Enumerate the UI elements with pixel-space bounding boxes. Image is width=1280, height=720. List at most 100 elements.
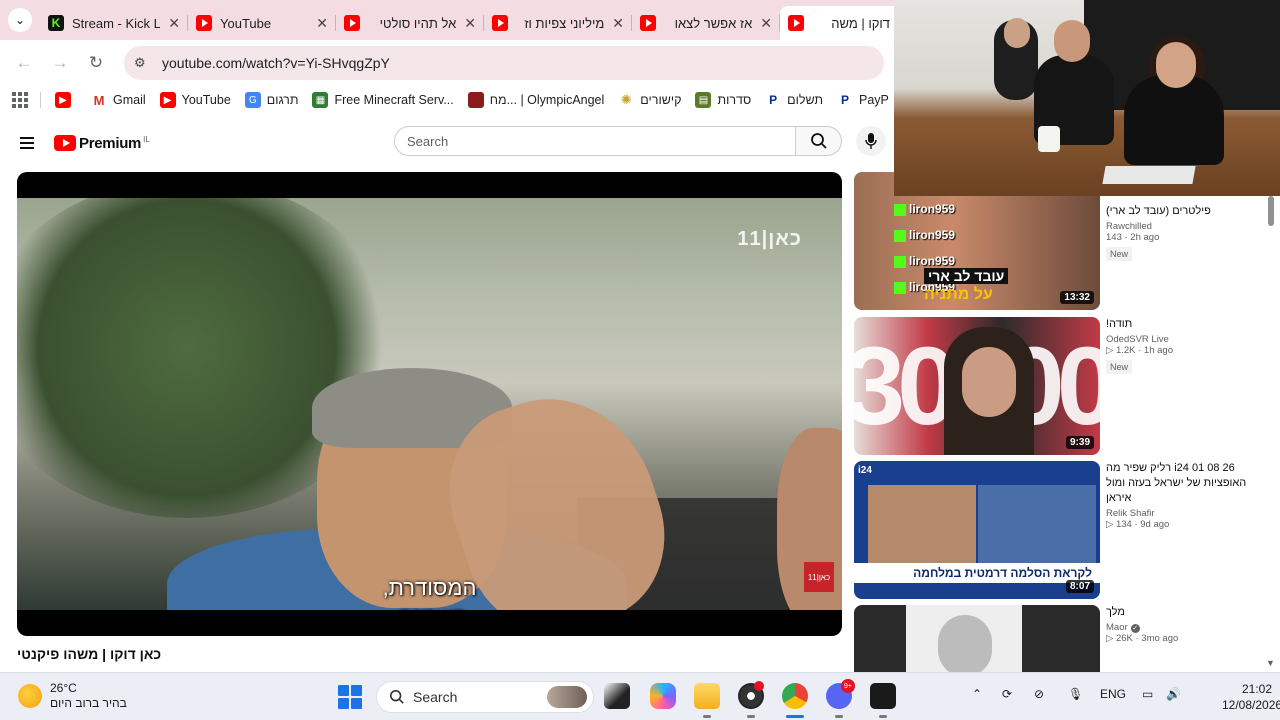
youtube-icon (492, 15, 508, 31)
paypal-icon: P (837, 92, 853, 108)
bookmark-youtube-short[interactable]: ▶ (55, 92, 77, 108)
channel-name[interactable]: OdedSVR Live (1106, 334, 1256, 345)
reload-button[interactable]: ↻ (78, 45, 114, 81)
new-badge: New (1106, 247, 1133, 261)
channel-name[interactable]: Rawchilled (1106, 221, 1256, 232)
bookmark-olympicangel[interactable]: מח... | OlympicAngel (467, 92, 604, 108)
thumbnail-left-panel (868, 485, 976, 563)
start-button[interactable] (338, 685, 362, 709)
video-duration: 9:39 (1065, 436, 1094, 449)
bookmark-paypal[interactable]: P PayP (837, 92, 889, 108)
chevron-down-icon: ⌄ (8, 8, 32, 32)
recommendation-item[interactable]: i24 לקראת הסלמה דרמטית במלחמה 8:07 i24 0… (854, 461, 1266, 599)
address-bar[interactable]: ⚙ youtube.com/watch?v=Yi-SHvqgZpY (124, 46, 884, 80)
thumbnail-face (938, 615, 992, 672)
bookmark-gmail[interactable]: M Gmail (91, 92, 146, 108)
site-settings-icon[interactable]: ⚙ (134, 55, 154, 71)
video-stats: 143 · 2h ago (1106, 232, 1160, 243)
discord-notification-badge: 9+ (841, 679, 855, 693)
bookmark-youtube[interactable]: ▶ YouTube (159, 92, 231, 108)
recommendations-sidebar: liron959 liron959 liron959 liron959 עובד… (854, 172, 1266, 672)
tab-youtube-video-5[interactable]: אז אפשר לצאו ✕ (632, 6, 780, 40)
windows-taskbar: 26°C בהיר ברוב היום Search 9+ ⌃ ⟳ ⊘ 🎙 EN… (0, 672, 1280, 720)
bookmark-label: סדרות (717, 93, 752, 107)
person-right (1124, 75, 1224, 165)
country-code: IL (143, 134, 150, 144)
olympic-icon (467, 92, 484, 108)
video-metadata: פילטרים (עובד לב ארי) Rawchilled 143 · 2… (1106, 204, 1256, 262)
video-subtitles: המסודרת, השמנה. (17, 574, 842, 610)
bookmark-label: קישורים (640, 93, 682, 107)
search-icon (810, 133, 827, 149)
thumbnail-caption: על מתניה (924, 286, 993, 303)
bookmark-payment[interactable]: P תשלום (765, 92, 823, 108)
taskbar-search-label: Search (413, 689, 458, 705)
menu-icon[interactable] (20, 137, 34, 149)
video-stats: ▷ 1.2K · 1h ago (1106, 345, 1173, 356)
bookmark-label: PayP (859, 93, 889, 107)
tab-youtube-video-4[interactable]: מיליוני צפיות וז ✕ (484, 6, 632, 40)
forward-button[interactable]: → (42, 45, 78, 81)
tab-kick-stream[interactable]: K Stream - Kick L ✕ (40, 6, 188, 40)
sidebar-scrollbar[interactable] (1268, 196, 1274, 226)
active-indicator (786, 715, 804, 718)
tab-title: אז אפשר לצאו (674, 15, 753, 31)
verified-icon: ✓ (1130, 624, 1140, 633)
bookmark-translate[interactable]: G תרגום (244, 92, 298, 108)
volume-icon[interactable]: 🔊 (1166, 687, 1181, 701)
bookmark-links[interactable]: ✺ קישורים (618, 92, 681, 108)
apps-grid-icon[interactable] (12, 92, 28, 108)
logo-text: Premium (79, 134, 142, 152)
recommendation-item[interactable]: מלך Maor ✓ ▷ 26K · 3mo ago (854, 605, 1266, 672)
running-indicator (835, 715, 843, 718)
video-title: תודה! (1106, 318, 1133, 330)
microphone-icon[interactable]: 🎙 (1068, 687, 1083, 701)
video-player[interactable]: כאן|11 כאן|11 המסודרת, השמנה. (17, 172, 842, 636)
microphone-icon (865, 133, 877, 149)
channel-name[interactable]: Maor ✓ (1106, 622, 1256, 633)
video-thumbnail[interactable]: 30000 9:39 (854, 317, 1100, 455)
tray-overflow-chevron-icon[interactable]: ⌃ (972, 687, 982, 701)
file-explorer-icon[interactable] (694, 683, 720, 709)
channel-name[interactable]: Relik Shafir (1106, 508, 1256, 519)
back-button[interactable]: ← (6, 45, 42, 81)
youtube-premium-logo[interactable]: Premium IL (54, 135, 150, 152)
keyboard (1102, 166, 1196, 184)
weather-widget[interactable]: 26°C בהיר ברוב היום (18, 681, 127, 711)
close-icon[interactable]: ✕ (464, 15, 476, 32)
obs-recording-badge (754, 681, 764, 691)
display-icon[interactable]: ▭ (1142, 687, 1153, 701)
chrome-icon[interactable] (782, 683, 808, 709)
bookmark-separator (40, 92, 41, 108)
video-thumbnail[interactable] (854, 605, 1100, 672)
url-text: youtube.com/watch?v=Yi-SHvqgZpY (162, 55, 390, 71)
thumbnail-caption: לקראת הסלמה דרמטית במלחמה (854, 563, 1100, 583)
no-network-icon[interactable]: ⊘ (1034, 687, 1044, 701)
system-clock[interactable]: 21:02 12/08/2026 (1222, 681, 1280, 713)
task-view-icon[interactable] (604, 683, 630, 709)
bookmark-minecraft[interactable]: ▦ Free Minecraft Serv... (312, 92, 454, 108)
close-icon[interactable]: ✕ (316, 15, 328, 32)
teamviewer-icon[interactable] (870, 683, 896, 709)
recommendation-item[interactable]: 30000 9:39 תודה! OdedSVR Live ▷ 1.2K · 1… (854, 317, 1266, 455)
tab-title: אל תהיו סולטי (379, 15, 457, 31)
search-input[interactable]: Search (394, 126, 796, 156)
close-icon[interactable]: ✕ (612, 15, 624, 32)
tab-youtube-video-3[interactable]: אל תהיו סולטי ✕ (336, 6, 484, 40)
input-language[interactable]: ENG (1100, 687, 1126, 701)
video-thumbnail[interactable]: i24 לקראת הסלמה דרמטית במלחמה 8:07 (854, 461, 1100, 599)
voice-search-button[interactable] (856, 126, 886, 156)
sync-icon[interactable]: ⟳ (1002, 687, 1012, 701)
video-title: i24 01 08 26 רליק שפיר מה האופציות של יש… (1106, 462, 1247, 504)
scroll-down-icon[interactable]: ▼ (1266, 658, 1275, 668)
taskbar-search[interactable]: Search (376, 681, 594, 713)
search-button[interactable] (796, 126, 842, 156)
bookmark-series[interactable]: ▤ סדרות (695, 92, 751, 108)
close-icon[interactable]: ✕ (760, 15, 772, 32)
tab-search-button[interactable]: ⌄ (0, 0, 40, 40)
tab-youtube[interactable]: YouTube ✕ (188, 6, 336, 40)
thumbnail-caption: עובד לב ארי (924, 268, 1009, 284)
close-icon[interactable]: ✕ (168, 15, 180, 32)
weather-condition: בהיר ברוב היום (50, 696, 127, 710)
copilot-icon[interactable] (650, 683, 676, 709)
